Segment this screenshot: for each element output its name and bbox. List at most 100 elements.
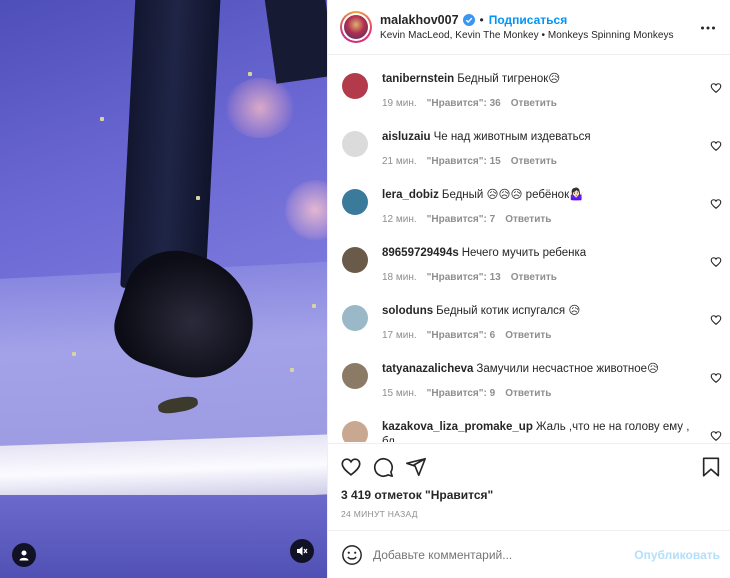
- post-video[interactable]: [0, 0, 327, 578]
- share-icon[interactable]: [405, 456, 427, 478]
- comment-likes[interactable]: "Нравится": 15: [427, 156, 501, 167]
- comment-body: lera_dobiz Бедный 😥😥😥 ребёнок🤷🏻‍♀️: [382, 188, 692, 203]
- stage-light: [285, 180, 327, 240]
- comment-item: tanibernstein Бедный тигренок😥 19 мин. "Нра…: [328, 56, 730, 114]
- comment-body: 89659729494s Нечего мучить ребенка: [382, 246, 692, 261]
- commenter-username[interactable]: aisluzaiu: [382, 131, 431, 143]
- commenter-username[interactable]: soloduns: [382, 305, 433, 317]
- comment-text: Замучили несчастное животное😥: [476, 363, 660, 375]
- commenter-avatar[interactable]: [342, 73, 368, 99]
- author-avatar[interactable]: [340, 11, 372, 43]
- commenter-avatar[interactable]: [342, 421, 368, 442]
- tagged-users-button[interactable]: [12, 543, 36, 567]
- emoji-icon[interactable]: [341, 544, 363, 566]
- comment-time[interactable]: 15 мин.: [382, 388, 417, 399]
- commenter-avatar[interactable]: [342, 189, 368, 215]
- heart-icon[interactable]: [710, 256, 722, 268]
- author-username[interactable]: malakhov007: [380, 13, 459, 27]
- heart-icon[interactable]: [340, 456, 362, 478]
- follow-button[interactable]: Подписаться: [489, 13, 567, 27]
- audio-attribution[interactable]: Kevin MacLeod, Kevin The Monkey • Monkey…: [380, 30, 674, 41]
- heart-icon[interactable]: [710, 198, 722, 210]
- comment-text: Нечего мучить ребенка: [461, 247, 587, 259]
- confetti: [312, 304, 316, 308]
- comment-meta: 17 мин. "Нравится": 6 Ответить: [382, 330, 730, 341]
- comment-meta: 21 мин. "Нравится": 15 Ответить: [382, 156, 730, 167]
- stage-light: [225, 78, 295, 138]
- confetti: [72, 352, 76, 356]
- commenter-avatar[interactable]: [342, 131, 368, 157]
- mute-button[interactable]: [290, 539, 314, 563]
- comment-item: soloduns Бедный котик испугался 😥 17 мин. "…: [328, 288, 730, 346]
- comment-body: tanibernstein Бедный тигренок😥: [382, 72, 692, 87]
- commenter-username[interactable]: lera_dobiz: [382, 189, 439, 201]
- reply-button[interactable]: Ответить: [511, 272, 557, 283]
- comment-time[interactable]: 18 мин.: [382, 272, 417, 283]
- action-bar: [328, 443, 730, 486]
- comment-likes[interactable]: "Нравится": 9: [427, 388, 496, 399]
- comment-input[interactable]: [373, 547, 635, 562]
- post-panel: malakhov007 • Подписаться Kevin MacLeod,…: [327, 0, 730, 578]
- commenter-username[interactable]: 89659729494s: [382, 247, 459, 259]
- heart-icon[interactable]: [710, 372, 722, 384]
- post-modal: malakhov007 • Подписаться Kevin MacLeod,…: [0, 0, 730, 578]
- commenter-username[interactable]: tatyanazalicheva: [382, 363, 473, 375]
- comment-likes[interactable]: "Нравится": 6: [427, 330, 496, 341]
- verified-icon: [462, 14, 475, 26]
- comment-item: lera_dobiz Бедный 😥😥😥 ребёнок🤷🏻‍♀️ 12 мин.…: [328, 172, 730, 230]
- commenter-avatar[interactable]: [342, 363, 368, 389]
- separator-dot: •: [479, 13, 484, 27]
- confetti: [290, 368, 294, 372]
- commenter-avatar[interactable]: [342, 305, 368, 331]
- reply-button[interactable]: Ответить: [505, 330, 551, 341]
- commenter-username[interactable]: kazakova_liza_promake_up: [382, 421, 533, 433]
- heart-icon[interactable]: [710, 430, 722, 442]
- confetti: [248, 72, 252, 76]
- comment-item: tatyanazalicheva Замучили несчастное живо…: [328, 346, 730, 404]
- mute-icon: [297, 546, 308, 556]
- confetti: [100, 117, 104, 121]
- comment-time[interactable]: 21 мин.: [382, 156, 417, 167]
- comment-body: kazakova_liza_promake_up Жаль ,что не на …: [382, 420, 692, 442]
- comment-body: tatyanazalicheva Замучили несчастное живо…: [382, 362, 692, 377]
- comment-item: 89659729494s Нечего мучить ребенка 18 мин.…: [328, 230, 730, 288]
- stage-lower: [0, 495, 327, 578]
- publish-button[interactable]: Опубликовать: [634, 548, 720, 562]
- commenter-avatar[interactable]: [342, 247, 368, 273]
- reply-button[interactable]: Ответить: [511, 156, 557, 167]
- comment-icon[interactable]: [372, 456, 394, 478]
- heart-icon[interactable]: [710, 140, 722, 152]
- bookmark-icon[interactable]: [700, 456, 722, 478]
- comment-likes[interactable]: "Нравится": 36: [427, 98, 501, 109]
- comment-text: Че над животным издеваться: [433, 131, 591, 143]
- comment-time[interactable]: 19 мин.: [382, 98, 417, 109]
- comment-likes[interactable]: "Нравится": 7: [427, 214, 496, 225]
- comments-list[interactable]: tanibernstein Бедный тигренок😥 19 мин. "Нра…: [328, 56, 730, 442]
- trouser-leg: [264, 0, 327, 84]
- reply-button[interactable]: Ответить: [505, 214, 551, 225]
- comment-meta: 15 мин. "Нравится": 9 Ответить: [382, 388, 730, 399]
- user-tag-icon: [19, 550, 29, 561]
- comment-meta: 12 мин. "Нравится": 7 Ответить: [382, 214, 730, 225]
- heart-icon[interactable]: [710, 82, 722, 94]
- comment-time[interactable]: 17 мин.: [382, 330, 417, 341]
- comment-text: Бедный тигренок😥: [457, 73, 561, 85]
- likes-count[interactable]: 3 419 отметок "Нравится": [341, 488, 493, 502]
- reply-button[interactable]: Ответить: [511, 98, 557, 109]
- comment-body: aisluzaiu Че над животным издеваться: [382, 130, 692, 145]
- comment-text: Бедный 😥😥😥 ребёнок🤷🏻‍♀️: [441, 189, 584, 201]
- comment-body: soloduns Бедный котик испугался 😥: [382, 304, 692, 319]
- post-timestamp: 24 МИНУТ НАЗАД: [341, 509, 418, 519]
- post-header: malakhov007 • Подписаться Kevin MacLeod,…: [328, 0, 730, 55]
- comment-time[interactable]: 12 мин.: [382, 214, 417, 225]
- commenter-username[interactable]: tanibernstein: [382, 73, 454, 85]
- comment-likes[interactable]: "Нравится": 13: [427, 272, 501, 283]
- comment-item: kazakova_liza_promake_up Жаль ,что не на …: [328, 404, 730, 442]
- trouser-leg: [120, 0, 221, 293]
- add-comment-bar: Опубликовать: [328, 530, 730, 578]
- confetti: [196, 196, 200, 200]
- heart-icon[interactable]: [710, 314, 722, 326]
- more-icon[interactable]: [700, 20, 716, 36]
- comment-meta: 18 мин. "Нравится": 13 Ответить: [382, 272, 730, 283]
- reply-button[interactable]: Ответить: [505, 388, 551, 399]
